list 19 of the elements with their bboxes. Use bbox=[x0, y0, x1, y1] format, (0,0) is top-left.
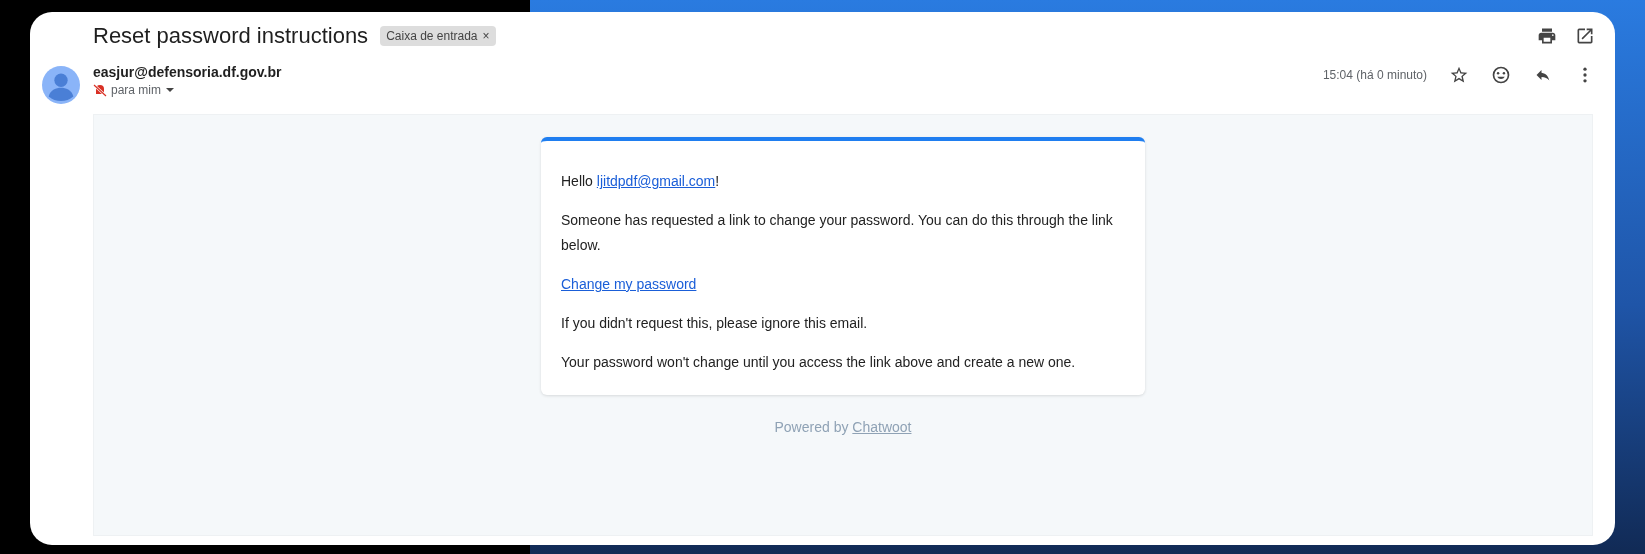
print-icon[interactable] bbox=[1537, 26, 1557, 46]
avatar-icon bbox=[42, 66, 80, 104]
recipient-label[interactable]: para mim bbox=[111, 83, 161, 97]
open-in-new-window-icon[interactable] bbox=[1575, 26, 1595, 46]
caret-icon[interactable] bbox=[165, 85, 175, 95]
powered-by-text: Powered by Chatwoot bbox=[774, 419, 912, 435]
muted-bell-icon bbox=[93, 83, 107, 97]
email-subject: Reset password instructions bbox=[93, 23, 369, 49]
inbox-label: Caixa de entrada × bbox=[380, 26, 496, 46]
remove-label-button[interactable]: × bbox=[482, 29, 490, 43]
change-password-link[interactable]: Change my password bbox=[561, 276, 697, 292]
message-paragraph: Someone has requested a link to change your password. You can do this through the link below. bbox=[561, 211, 1114, 255]
message-paragraph: Your password won't change until you access the link above and create a new one. bbox=[561, 353, 1077, 372]
star-icon[interactable] bbox=[1449, 65, 1469, 85]
sender-address: easjur@defensoria.df.gov.br bbox=[93, 64, 282, 80]
greeting-text: Hello ljitdpdf@gmail.com! bbox=[561, 172, 721, 191]
email-time: 15:04 (há 0 minuto) bbox=[1322, 68, 1427, 84]
message-paragraph: If you didn't request this, please ignore this email. bbox=[561, 314, 869, 333]
emoji-icon[interactable] bbox=[1491, 65, 1511, 85]
